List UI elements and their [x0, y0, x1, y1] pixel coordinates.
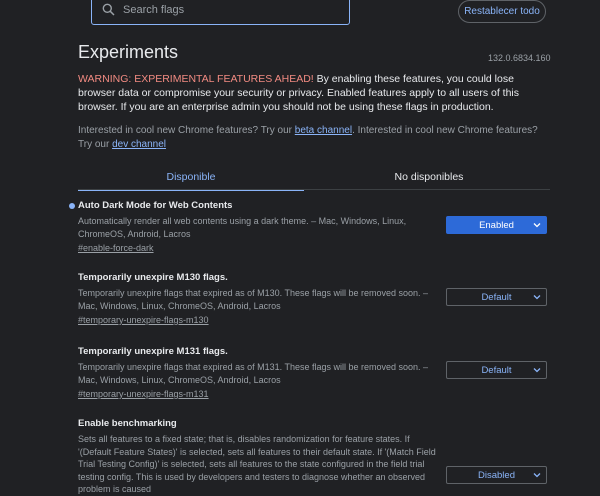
tab-unavailable[interactable]: No disponibles [316, 164, 542, 189]
experiment-title: Temporarily unexpire M130 flags. [78, 272, 228, 283]
page-title: Experiments [78, 42, 179, 62]
chevron-down-icon [533, 295, 541, 300]
tab-divider [78, 189, 550, 190]
chevron-down-icon [533, 473, 541, 478]
experiment-temporary-unexpire-flags-m130: Temporarily unexpire M130 flags. Tempora… [78, 271, 438, 326]
experiment-link[interactable]: #temporary-unexpire-flags-m130 [78, 314, 438, 326]
search-box[interactable] [91, 0, 350, 25]
experiment-enable-force-dark: Auto Dark Mode for Web Contents Automati… [78, 199, 438, 254]
experiment-description: Automatically render all web contents us… [78, 216, 407, 239]
tab-available[interactable]: Disponible [78, 164, 304, 191]
select-value: Disabled [478, 469, 515, 481]
select-value: Default [481, 291, 512, 303]
experiment-select-m131[interactable]: Default [446, 361, 547, 379]
select-value: Default [481, 364, 512, 376]
promo-text-1: Interested in cool new Chrome features? … [78, 125, 295, 136]
search-icon [102, 3, 115, 16]
chevron-down-icon [533, 368, 541, 373]
experiment-enable-benchmarking: Enable benchmarking Sets all features to… [78, 417, 438, 496]
reset-all-button[interactable]: Restablecer todo [458, 0, 546, 23]
tab-bar: Disponible No disponibles [78, 164, 550, 191]
warning-prefix: WARNING: EXPERIMENTAL FEATURES AHEAD! [78, 73, 314, 85]
chevron-down-icon [533, 223, 541, 228]
dev-channel-link[interactable]: dev channel [112, 139, 166, 150]
version-label: 132.0.6834.160 [488, 53, 551, 63]
modified-dot-icon [69, 203, 75, 209]
experiment-temporary-unexpire-flags-m131: Temporarily unexpire M131 flags. Tempora… [78, 345, 438, 400]
experiment-description: Temporarily unexpire flags that expired … [78, 362, 429, 385]
beta-channel-link[interactable]: beta channel [295, 125, 352, 136]
warning-message: WARNING: EXPERIMENTAL FEATURES AHEAD! By… [78, 72, 548, 114]
channel-promo: Interested in cool new Chrome features? … [78, 124, 548, 152]
experiment-description: Temporarily unexpire flags that expired … [78, 288, 429, 311]
experiment-link[interactable]: #temporary-unexpire-flags-m131 [78, 388, 438, 400]
experiment-link[interactable]: #enable-force-dark [78, 242, 438, 254]
experiment-select-enable-force-dark[interactable]: Enabled [446, 216, 547, 234]
experiment-title: Temporarily unexpire M131 flags. [78, 346, 228, 357]
search-input[interactable] [121, 2, 325, 17]
experiment-description: Sets all features to a fixed state; that… [78, 434, 436, 494]
experiment-select-benchmarking[interactable]: Disabled [446, 466, 547, 484]
experiment-title: Auto Dark Mode for Web Contents [78, 200, 233, 211]
experiment-title: Enable benchmarking [78, 418, 177, 429]
select-value: Enabled [479, 219, 514, 231]
experiment-select-m130[interactable]: Default [446, 288, 547, 306]
